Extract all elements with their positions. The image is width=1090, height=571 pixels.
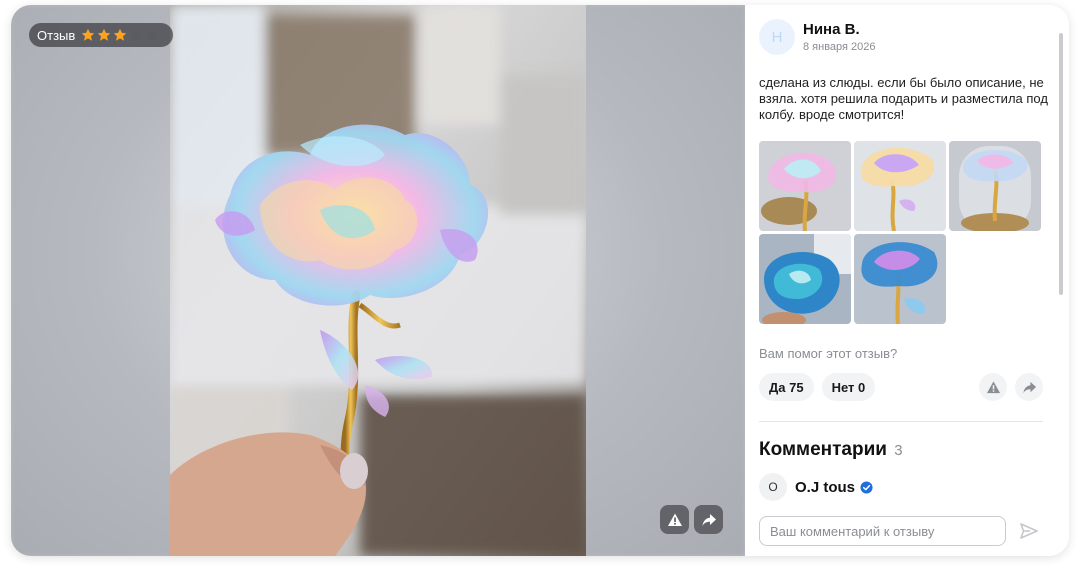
comment-item: O O.J tous <box>759 473 1043 501</box>
review-text: сделана из слюды. если бы было описание,… <box>759 75 1048 122</box>
star-filled-icon <box>81 28 95 42</box>
star-filled-icon <box>97 28 111 42</box>
review-modal: Отзыв Н Нина В. 8 января 2026 сделана из… <box>11 5 1069 556</box>
comment-input[interactable] <box>759 516 1006 546</box>
author-avatar[interactable]: Н <box>759 19 795 55</box>
warning-icon <box>986 380 1000 393</box>
comment-author: O.J tous <box>795 479 873 496</box>
divider <box>759 421 1043 422</box>
verified-badge-icon <box>860 480 873 494</box>
send-comment-button[interactable] <box>1016 516 1043 546</box>
media-viewer: Отзыв <box>11 5 745 556</box>
author-name[interactable]: Нина В. <box>803 21 876 38</box>
rating-label: Отзыв <box>37 27 76 43</box>
review-photo-thumbnails <box>759 141 1043 324</box>
helpful-question: Вам помог этот отзыв? <box>759 346 898 361</box>
review-date: 8 января 2026 <box>803 41 876 53</box>
rating-stars <box>81 28 159 42</box>
comment-composer <box>745 506 1069 556</box>
send-icon <box>1020 523 1039 539</box>
comments-heading: Комментарии 3 <box>759 439 1043 461</box>
photo-thumbnail[interactable] <box>854 141 946 231</box>
vote-row: Да 75 Нет 0 <box>759 373 1043 401</box>
star-empty-icon <box>129 28 143 42</box>
vote-no-button[interactable]: Нет 0 <box>821 373 876 401</box>
photo-thumbnail[interactable] <box>759 234 851 324</box>
comments-count: 3 <box>894 442 903 459</box>
photo-thumbnail[interactable] <box>759 141 851 231</box>
review-photo-large <box>170 5 586 556</box>
photo-thumbnail[interactable] <box>949 141 1041 231</box>
report-review-button[interactable] <box>979 373 1007 401</box>
warning-icon <box>667 513 682 526</box>
rating-badge: Отзыв <box>29 23 174 47</box>
comments-title: Комментарии <box>759 439 887 460</box>
photo-thumbnail[interactable] <box>854 234 946 324</box>
share-arrow-icon <box>1022 381 1036 393</box>
review-side-panel: Н Нина В. 8 января 2026 сделана из слюды… <box>745 5 1069 556</box>
review-scroll-area[interactable]: Н Нина В. 8 января 2026 сделана из слюды… <box>745 5 1069 506</box>
report-photo-button[interactable] <box>660 505 689 534</box>
share-review-button[interactable] <box>1015 373 1043 401</box>
comment-author-avatar[interactable]: O <box>759 473 787 501</box>
comment-author-name[interactable]: O.J tous <box>795 479 855 496</box>
star-filled-icon <box>113 28 127 42</box>
scrollbar[interactable] <box>1059 33 1063 295</box>
vote-yes-button[interactable]: Да 75 <box>759 373 814 401</box>
share-photo-button[interactable] <box>694 505 723 534</box>
star-empty-icon <box>145 28 159 42</box>
share-arrow-icon <box>702 513 716 526</box>
review-author: Н Нина В. 8 января 2026 <box>759 19 1043 55</box>
